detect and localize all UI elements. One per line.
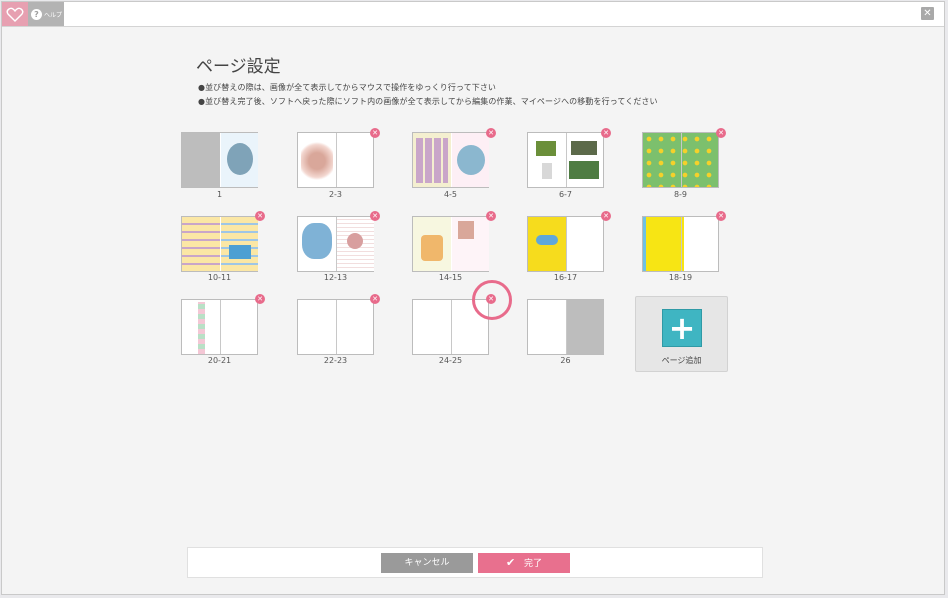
instruction-note-1: ●並び替えの際は、画像が全て表示してからマウスで操作をゆっくり行って下さい	[198, 83, 497, 92]
spread-thumb-20-21[interactable]	[181, 299, 258, 355]
heart-hand-icon	[6, 7, 24, 22]
delete-spread-14-15[interactable]: ✕	[486, 211, 496, 221]
spread-label-22-23: 22-23	[323, 356, 348, 365]
plus-icon[interactable]: +	[662, 309, 702, 347]
delete-spread-12-13[interactable]: ✕	[370, 211, 380, 221]
spread-label-24-25: 24-25	[438, 356, 463, 365]
spread-thumb-16-17[interactable]	[527, 216, 604, 272]
spread-thumb-18-19[interactable]	[642, 216, 719, 272]
instruction-note-2: ●並び替え完了後、ソフトへ戻った際にソフト内の画像が全て表示してから編集の作業、…	[198, 97, 658, 106]
spread-label-6-7: 6-7	[558, 190, 573, 199]
help-button[interactable]: ? ヘルプ	[28, 2, 64, 26]
spread-label-20-21: 20-21	[207, 356, 232, 365]
spread-thumb-4-5[interactable]	[412, 132, 489, 188]
delete-spread-20-21[interactable]: ✕	[255, 294, 265, 304]
spread-thumb-10-11[interactable]	[181, 216, 258, 272]
spread-thumb-22-23[interactable]	[297, 299, 374, 355]
spread-label-26: 26	[560, 356, 571, 365]
delete-spread-16-17[interactable]: ✕	[601, 211, 611, 221]
spread-thumb-12-13[interactable]	[297, 216, 374, 272]
spread-label-14-15: 14-15	[438, 273, 463, 282]
delete-spread-10-11[interactable]: ✕	[255, 211, 265, 221]
spread-thumb-14-15[interactable]	[412, 216, 489, 272]
spread-label-1: 1	[216, 190, 223, 199]
help-label: ヘルプ	[44, 11, 63, 19]
done-button[interactable]: ✔ 完了	[478, 553, 570, 573]
top-bar: ? ヘルプ ✕	[2, 2, 944, 27]
spread-label-10-11: 10-11	[207, 273, 232, 282]
add-page-label: ページ追加	[661, 356, 702, 365]
spread-label-4-5: 4-5	[443, 190, 458, 199]
spread-label-8-9: 8-9	[673, 190, 688, 199]
page-settings-window: ? ヘルプ ✕ ページ設定 ●並び替えの際は、画像が全て表示してからマウスで操作…	[1, 1, 945, 595]
focus-highlight-ring	[472, 280, 512, 320]
checkmark-icon: ✔	[505, 556, 516, 569]
question-icon: ?	[31, 8, 42, 20]
delete-spread-4-5[interactable]: ✕	[486, 128, 496, 138]
spread-thumb-1[interactable]	[181, 132, 258, 188]
spread-label-2-3: 2-3	[328, 190, 343, 199]
cancel-button[interactable]: キャンセル	[381, 553, 473, 573]
delete-spread-6-7[interactable]: ✕	[601, 128, 611, 138]
cancel-label: キャンセル	[404, 558, 450, 568]
delete-spread-8-9[interactable]: ✕	[716, 128, 726, 138]
app-logo	[2, 2, 28, 26]
spread-label-12-13: 12-13	[323, 273, 348, 282]
delete-spread-22-23[interactable]: ✕	[370, 294, 380, 304]
footer-bar: キャンセル ✔ 完了	[187, 547, 763, 578]
add-page-tile[interactable]: + ページ追加	[635, 296, 728, 372]
spread-thumb-2-3[interactable]	[297, 132, 374, 188]
delete-spread-2-3[interactable]: ✕	[370, 128, 380, 138]
spread-thumb-6-7[interactable]	[527, 132, 604, 188]
delete-spread-18-19[interactable]: ✕	[716, 211, 726, 221]
done-label: 完了	[524, 559, 543, 569]
spread-thumb-26[interactable]	[527, 299, 604, 355]
page-title: ページ設定	[196, 57, 281, 77]
close-icon[interactable]: ✕	[921, 7, 934, 20]
spread-label-16-17: 16-17	[553, 273, 578, 282]
spread-label-18-19: 18-19	[668, 273, 693, 282]
spread-thumb-8-9[interactable]	[642, 132, 719, 188]
